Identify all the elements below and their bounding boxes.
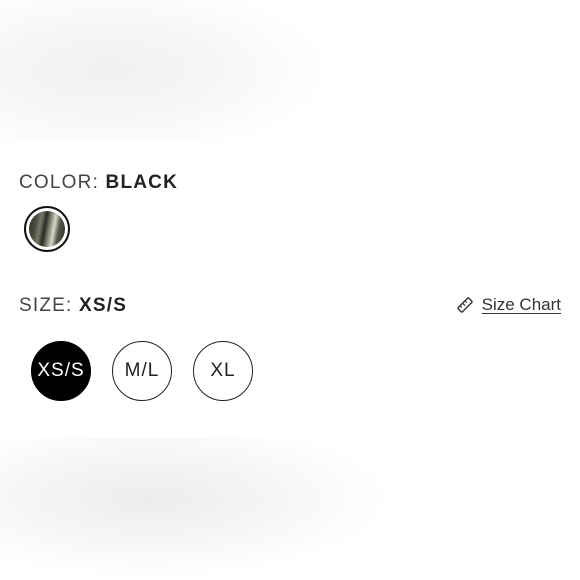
blurred-background-bottom xyxy=(0,438,580,580)
blurred-background-top xyxy=(0,0,580,142)
size-label-key: SIZE: xyxy=(19,295,73,316)
size-option-label: SIZE: XS/S xyxy=(19,295,127,317)
product-options-page: COLOR: BLACK SIZE: XS/S Size Chart XS/S … xyxy=(0,0,580,580)
color-label-value: BLACK xyxy=(105,172,179,193)
size-option-xs-s[interactable]: XS/S xyxy=(31,341,91,401)
product-options-panel: COLOR: BLACK SIZE: XS/S Size Chart XS/S … xyxy=(0,142,580,438)
ruler-icon xyxy=(456,296,474,314)
color-swatch-fill xyxy=(29,211,65,247)
size-options-group: XS/S M/L XL xyxy=(31,341,253,401)
size-chart-label: Size Chart xyxy=(481,295,561,314)
color-option-label: COLOR: BLACK xyxy=(19,172,178,194)
color-swatch-black[interactable] xyxy=(24,206,70,252)
size-option-xl[interactable]: XL xyxy=(193,341,253,401)
size-chart-link[interactable]: Size Chart xyxy=(456,295,561,315)
size-option-m-l[interactable]: M/L xyxy=(112,341,172,401)
size-label-value: XS/S xyxy=(79,295,128,316)
color-label-key: COLOR: xyxy=(19,172,100,193)
